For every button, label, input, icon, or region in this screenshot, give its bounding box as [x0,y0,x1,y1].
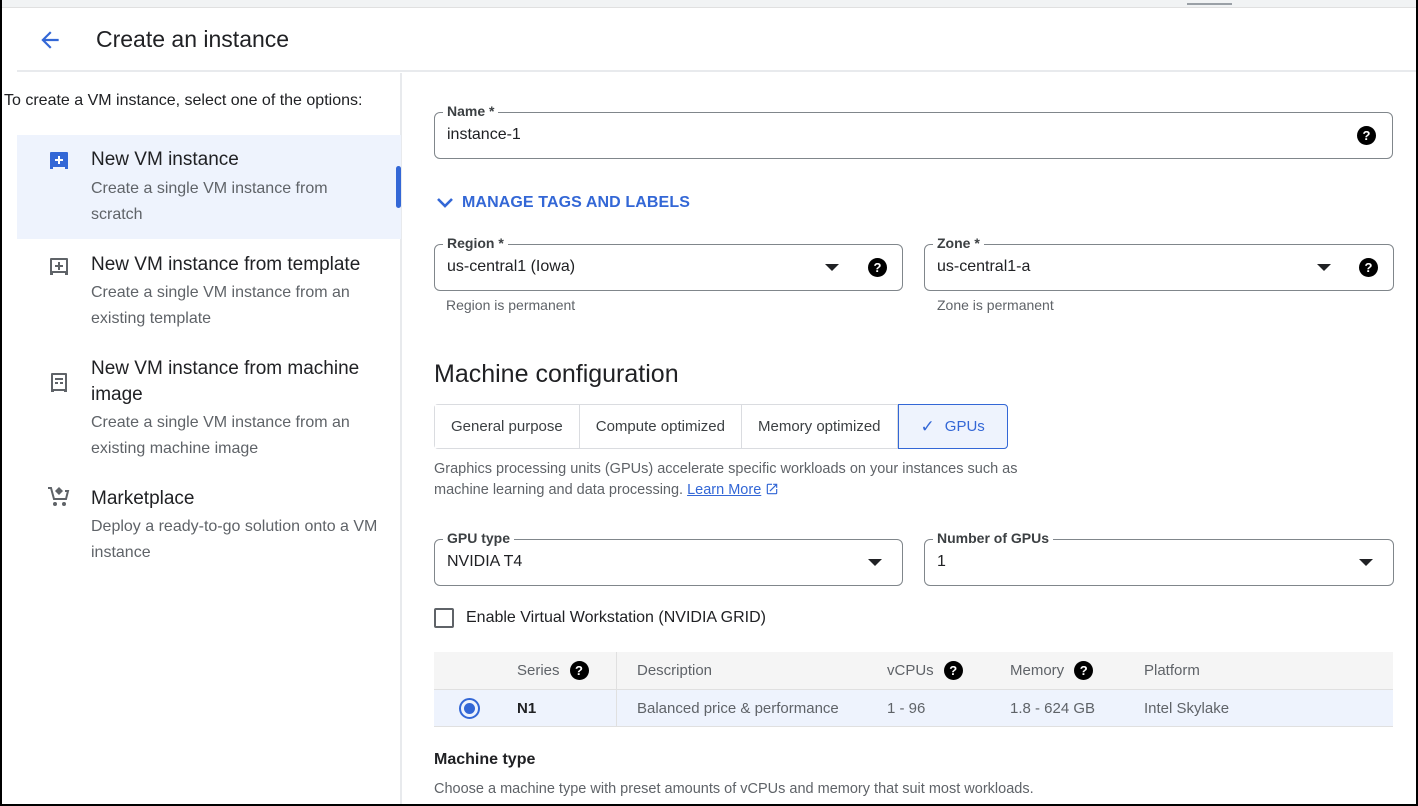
manage-tags-and-labels-link[interactable]: MANAGE TAGS AND LABELS [436,194,690,212]
gpu-description: Graphics processing units (GPUs) acceler… [434,459,1074,501]
machine-type-title: Machine type [434,751,536,768]
tab-gpus[interactable]: ✓ GPUs [897,404,1008,449]
shopping-cart-icon [48,487,70,506]
gpu-type-label: GPU type [443,529,515,547]
column-header-vcpus: vCPUs ? [887,652,963,689]
zone-select[interactable]: Zone * us-central1-a ? [924,234,1394,291]
series-radio-button[interactable] [459,697,480,719]
dropdown-arrow-icon[interactable] [1317,264,1331,271]
external-link-icon[interactable] [765,482,779,496]
number-of-gpus-value: 1 [937,553,946,570]
sidebar-scrollbar-thumb[interactable] [396,166,401,208]
option-new-vm-from-machine-image[interactable]: New VM instance from machine image Creat… [17,345,401,471]
option-new-vm-instance[interactable]: New VM instance Create a single VM insta… [17,135,401,239]
help-icon[interactable]: ? [868,258,887,277]
horizontal-scrollbar-thumb[interactable] [1187,3,1232,5]
machine-image-icon [51,373,67,392]
help-icon[interactable]: ? [943,661,963,680]
help-icon[interactable]: ? [1074,661,1094,680]
chevron-down-icon [437,198,453,208]
name-field[interactable]: Name * instance-1 ? [434,102,1393,159]
platform-cell: Intel Skylake [1144,699,1230,717]
page-title: Create an instance [96,26,290,52]
option-new-vm-from-template[interactable]: New VM instance from template Create a s… [17,239,401,339]
column-header-series: Series ? [517,652,589,689]
header-label: Memory [1010,662,1065,679]
number-of-gpus-label: Number of GPUs [933,529,1054,547]
option-description: Create a single VM instance from an exis… [91,284,350,327]
learn-more-link[interactable]: Learn More [687,482,761,498]
series-radio-cell[interactable] [459,690,480,726]
help-icon[interactable]: ? [1359,258,1378,277]
arrow-back-icon [41,31,59,49]
header-label: vCPUs [887,662,934,679]
help-icon[interactable]: ? [569,661,589,680]
virtual-workstation-label: Enable Virtual Workstation (NVIDIA GRID) [466,609,766,626]
page-header: Create an instance [17,9,1416,72]
option-title: Marketplace [91,488,195,509]
dropdown-arrow-icon[interactable] [1359,559,1373,566]
series-table: Series ? Description vCPUs ? Memory ? Pl… [434,652,1393,727]
dropdown-arrow-icon[interactable] [825,264,839,271]
add-vm-filled-icon [50,152,68,169]
gpu-type-select[interactable]: GPU type NVIDIA T4 [434,529,903,586]
gpu-type-value: NVIDIA T4 [447,553,523,570]
column-header-memory: Memory ? [1010,652,1094,689]
option-description: Create a single VM instance from an exis… [91,414,350,457]
sidebar-intro-text: To create a VM instance, select one of t… [4,92,363,109]
manage-tags-label: MANAGE TAGS AND LABELS [462,194,690,211]
header-label: Series [517,662,560,679]
option-title: New VM instance from template [91,254,361,275]
dropdown-arrow-icon[interactable] [868,559,882,566]
check-icon: ✓ [920,416,935,436]
number-of-gpus-select[interactable]: Number of GPUs 1 [924,529,1394,586]
column-header-platform: Platform [1144,662,1200,679]
machine-configuration-title: Machine configuration [434,360,679,388]
tab-compute-optimized[interactable]: Compute optimized [579,405,742,448]
table-row[interactable]: N1 Balanced price & performance 1 - 96 1… [434,690,1393,727]
tab-general-purpose[interactable]: General purpose [435,405,580,448]
vcpus-cell: 1 - 96 [887,699,926,717]
option-title: New VM instance from machine image [91,358,360,405]
machine-family-tabs: General purpose Compute optimized Memory… [434,404,1008,449]
memory-cell: 1.8 - 624 GB [1010,699,1096,717]
machine-type-description: Choose a machine type with preset amount… [434,781,1034,797]
region-hint: Region is permanent [446,297,576,313]
region-label: Region * [443,234,508,252]
column-divider [616,652,617,689]
add-vm-outline-icon [50,258,68,275]
table-header-row: Series ? Description vCPUs ? Memory ? Pl… [434,652,1393,690]
column-header-description: Description [637,662,713,679]
option-title: New VM instance [91,149,239,170]
name-input[interactable]: instance-1 [447,126,521,144]
help-icon[interactable]: ? [1357,126,1376,145]
name-label: Name * [443,102,499,120]
region-select[interactable]: Region * us-central1 (Iowa) ? [434,234,903,291]
tab-memory-optimized[interactable]: Memory optimized [741,405,898,448]
learn-more-label: Learn More [687,482,762,498]
radio-selected-dot [464,702,475,714]
main-form: Name * instance-1 ? MANAGE TAGS AND LABE… [404,73,1416,806]
region-value: us-central1 (Iowa) [447,258,576,275]
creation-options-sidebar: To create a VM instance, select one of t… [0,73,402,806]
zone-label: Zone * [933,234,984,252]
back-button[interactable] [35,25,65,55]
series-cell: N1 [517,699,537,717]
zone-value: us-central1-a [937,258,1031,275]
tab-gpus-label: GPUs [944,418,985,435]
browser-top-strip [0,0,1418,8]
option-marketplace[interactable]: Marketplace Deploy a ready-to-go solutio… [17,481,401,571]
virtual-workstation-checkbox[interactable] [434,608,454,628]
zone-hint: Zone is permanent [937,297,1054,313]
option-description: Create a single VM instance from scratch [91,180,328,223]
column-divider [616,690,617,726]
virtual-workstation-option[interactable]: Enable Virtual Workstation (NVIDIA GRID) [434,608,766,628]
description-cell: Balanced price & performance [637,699,839,717]
option-description: Deploy a ready-to-go solution onto a VM … [91,518,378,561]
